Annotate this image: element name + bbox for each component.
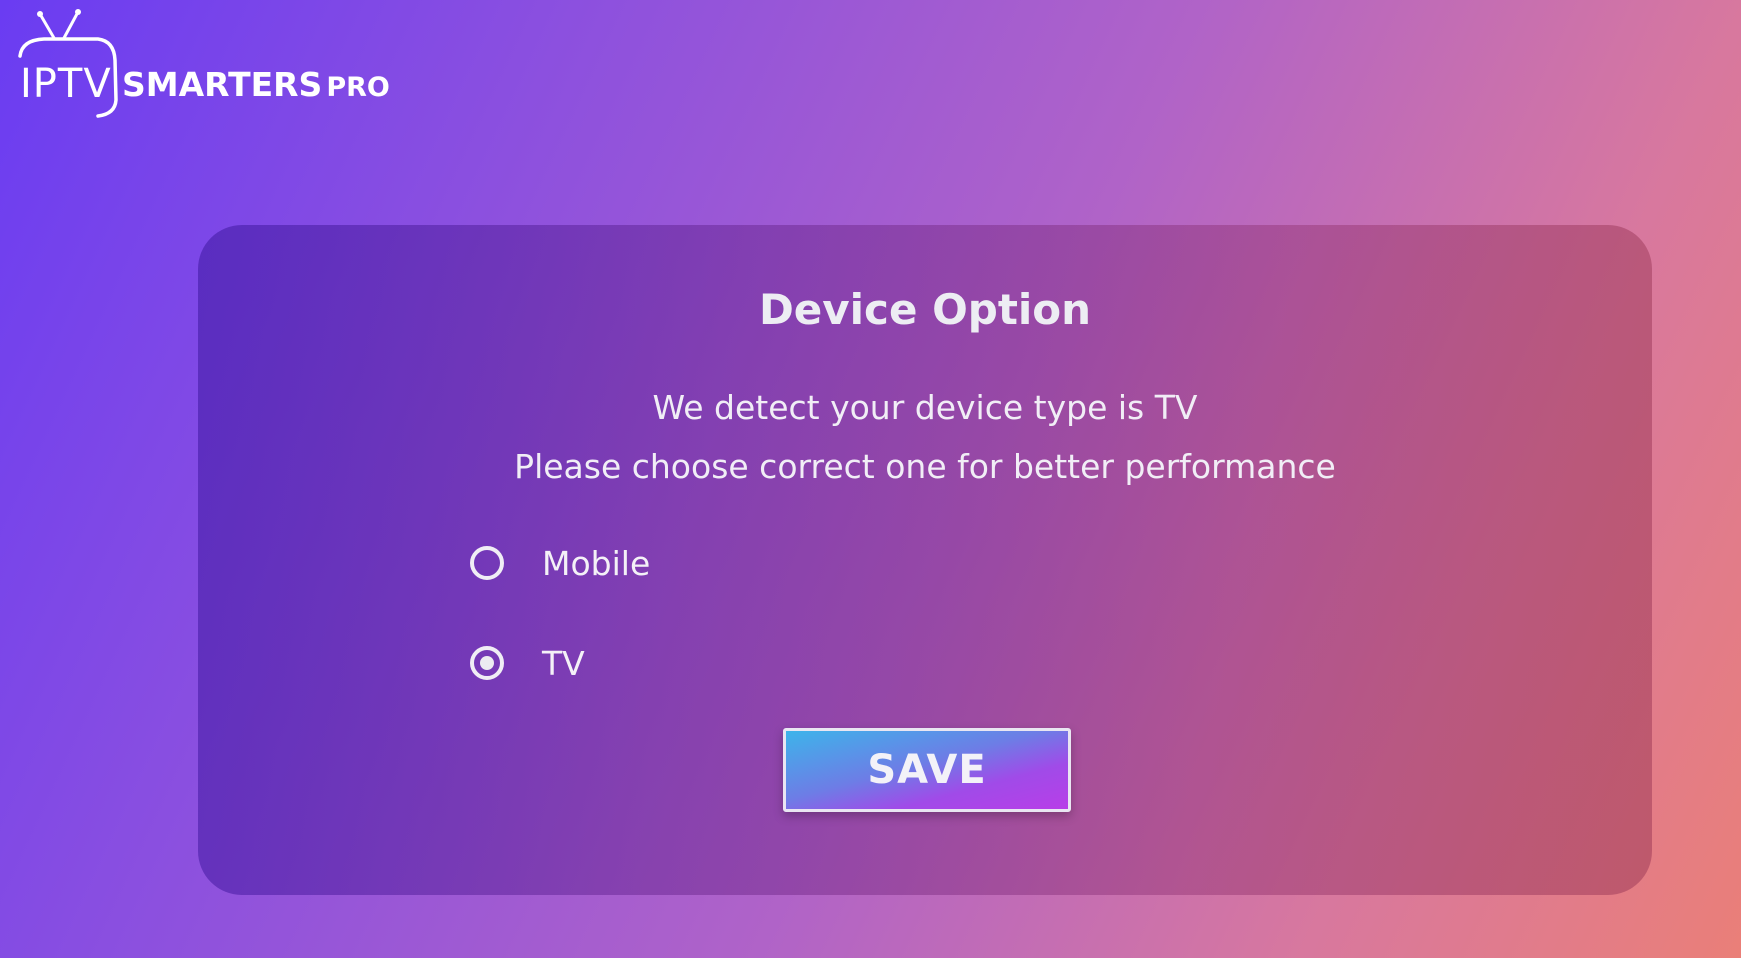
logo-smarters-text: SMARTERS PRO <box>122 68 390 101</box>
radio-option-tv[interactable]: TV <box>470 638 585 688</box>
device-option-dialog: Device Option We detect your device type… <box>198 225 1652 895</box>
radio-mobile-unchecked[interactable] <box>470 546 504 580</box>
app-logo: IPTV SMARTERS PRO <box>14 8 414 128</box>
logo-smarters-word: SMARTERS <box>122 65 323 104</box>
dialog-title: Device Option <box>758 285 1092 334</box>
save-button[interactable]: SAVE <box>783 728 1071 812</box>
radio-tv-checked[interactable] <box>470 646 504 680</box>
instruction-message: Please choose correct one for better per… <box>514 447 1336 486</box>
radio-label-tv: TV <box>542 643 585 683</box>
detect-message: We detect your device type is TV <box>652 388 1198 427</box>
logo-pro-text: PRO <box>326 72 390 103</box>
radio-label-mobile: Mobile <box>542 543 651 583</box>
radio-option-mobile[interactable]: Mobile <box>470 538 650 588</box>
logo-iptv-text: IPTV <box>20 61 112 107</box>
